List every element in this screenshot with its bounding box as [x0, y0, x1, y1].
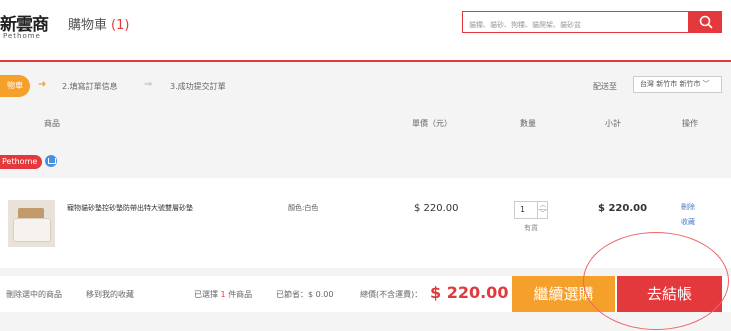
selected-count-summary: 已選擇 1 件商品	[194, 289, 252, 300]
unit-price: $ 220.00	[414, 203, 459, 214]
product-image-tray	[13, 218, 51, 242]
quantity-increase-button[interactable]: ︿	[537, 202, 548, 210]
delete-item-link[interactable]: 刪除	[681, 202, 695, 212]
site-header: 新雲商 Pethome 購物車 (1)	[0, 0, 731, 62]
chevron-down-icon: ﹀	[702, 80, 710, 88]
quantity-stepper: 1 ︿ ﹀	[514, 201, 548, 219]
move-to-favorites-link[interactable]: 移到我的收藏	[86, 289, 134, 300]
table-header: 商品 單價（元） 數量 小計 操作	[0, 110, 731, 138]
selected-count: 1	[220, 290, 226, 299]
favorite-item-link[interactable]: 收藏	[681, 217, 695, 227]
cart-item-row: 寵物貓砂墊控砂墊防帶出特大號雙層砂墊 顏色:白色 $ 220.00 1 ︿ ﹀ …	[0, 178, 731, 268]
stock-status: 有貨	[524, 224, 538, 232]
delete-selected-link[interactable]: 刪除選中的商品	[6, 289, 62, 300]
product-color: 顏色:白色	[288, 204, 319, 212]
quantity-decrease-button[interactable]: ﹀	[537, 210, 548, 218]
deliver-region-select[interactable]: 台灣 新竹市 新竹市 ﹀	[633, 76, 722, 93]
logo-subtext: Pethome	[3, 32, 41, 40]
site-logo[interactable]: 新雲商 Pethome	[0, 4, 52, 46]
shop-chat-icon[interactable]	[45, 155, 57, 167]
saved-label: 已節省：	[276, 290, 308, 299]
search-box	[462, 11, 689, 35]
total-price: $ 220.00	[430, 283, 509, 302]
arrow-right-icon: ⇒	[144, 79, 153, 90]
deliver-region-value: 台灣 新竹市 新竹市	[640, 80, 701, 88]
continue-shopping-button[interactable]: 繼續選購	[512, 276, 615, 312]
total-label: 總價(不含運費)：	[360, 290, 423, 299]
quantity-input[interactable]: 1	[520, 205, 525, 214]
cart-title-text: 購物車	[68, 18, 108, 33]
selected-suffix: 件商品	[228, 290, 253, 299]
search-input[interactable]	[463, 15, 683, 35]
search-icon	[699, 15, 713, 29]
saved-value: $ 0.00	[308, 290, 334, 299]
column-header-subtotal: 小計	[605, 119, 621, 128]
arrow-right-icon: ➜	[38, 79, 47, 90]
selected-prefix: 已選擇	[194, 290, 218, 299]
product-name-link[interactable]: 寵物貓砂墊控砂墊防帶出特大號雙層砂墊	[67, 203, 193, 213]
page-title: 購物車 (1)	[68, 14, 129, 33]
step-fill-order: 2.填寫訂單信息	[62, 82, 118, 91]
cart-count: (1)	[111, 18, 130, 33]
cart-summary-bar: 刪除選中的商品 移到我的收藏 已選擇 1 件商品 已節省：$ 0.00 總價(不…	[0, 276, 731, 312]
column-header-quantity: 數量	[520, 119, 536, 128]
column-header-action: 操作	[682, 119, 698, 128]
checkout-button[interactable]: 去結帳	[617, 276, 722, 312]
checkout-steps: 物車 ➜ 2.填寫訂單信息 ⇒ 3.成功提交訂單 配送至 台灣 新竹市 新竹市 ﹀	[0, 70, 731, 102]
step-cart-active: 物車	[0, 75, 30, 97]
shop-name-tag[interactable]: Pethome	[0, 155, 43, 169]
product-image[interactable]	[8, 200, 55, 247]
item-subtotal: $ 220.00	[598, 203, 648, 214]
search-button[interactable]	[689, 11, 722, 33]
column-header-unit-price: 單價（元）	[412, 119, 452, 128]
column-header-product: 商品	[44, 119, 60, 128]
step-submit-order: 3.成功提交訂單	[170, 82, 226, 91]
deliver-label: 配送至	[593, 82, 617, 91]
saved-summary: 已節省：$ 0.00	[276, 289, 333, 300]
